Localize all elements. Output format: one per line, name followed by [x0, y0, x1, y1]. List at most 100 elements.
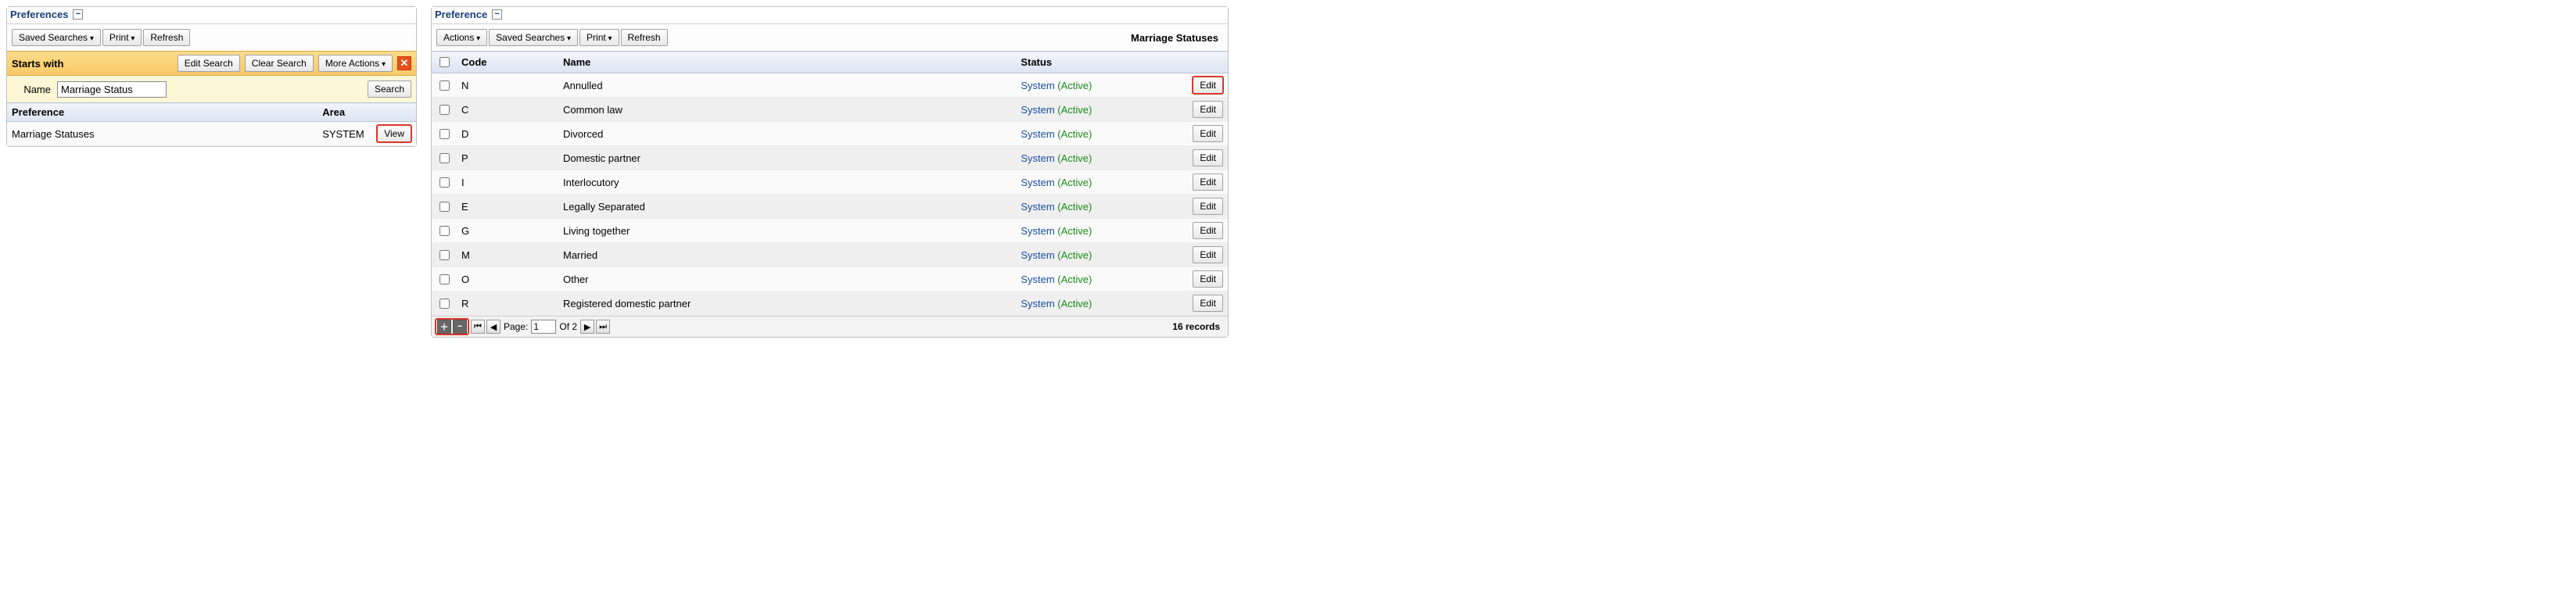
preference-title: Preference — [435, 9, 487, 20]
table-row[interactable]: RRegistered domestic partnerSystem (Acti… — [432, 291, 1228, 316]
status-link[interactable]: System — [1021, 201, 1054, 213]
status-state: (Active) — [1057, 80, 1092, 91]
edit-button[interactable]: Edit — [1193, 173, 1223, 191]
status-state: (Active) — [1057, 274, 1092, 285]
table-row[interactable]: NAnnulled System (Active) Edit — [432, 73, 1228, 98]
row-checkbox[interactable] — [439, 202, 450, 212]
print-button[interactable]: Print — [102, 29, 142, 46]
row-checkbox[interactable] — [439, 177, 450, 188]
col-preference[interactable]: Preference — [7, 103, 318, 122]
cell-code: O — [457, 267, 558, 291]
table-row[interactable]: OOtherSystem (Active)Edit — [432, 267, 1228, 291]
col-edit — [1188, 52, 1228, 73]
refresh-button[interactable]: Refresh — [621, 29, 668, 46]
status-link[interactable]: System — [1021, 152, 1054, 164]
clear-search-button[interactable]: Clear Search — [245, 55, 314, 72]
edit-button[interactable]: Edit — [1193, 101, 1223, 118]
status-link[interactable]: System — [1021, 225, 1054, 237]
row-checkbox[interactable] — [439, 226, 450, 236]
select-all-checkbox[interactable] — [439, 57, 450, 67]
print-button[interactable]: Print — [579, 29, 619, 46]
edit-button[interactable]: Edit — [1193, 222, 1223, 239]
last-page-button[interactable]: ⏭ — [596, 320, 610, 334]
status-link[interactable]: System — [1021, 104, 1054, 116]
cell-name: Annulled — [558, 73, 1016, 98]
add-row-button[interactable]: ＋ — [437, 320, 451, 334]
search-strip: Starts with Edit Search Clear Search Mor… — [7, 51, 416, 76]
table-row[interactable]: CCommon lawSystem (Active)Edit — [432, 98, 1228, 122]
saved-searches-button[interactable]: Saved Searches — [12, 29, 101, 46]
cell-code: R — [457, 291, 558, 316]
collapse-icon[interactable]: − — [73, 9, 83, 20]
pager: ＋ − ⏮ ◀ Page: Of 2 ▶ ⏭ 16 records — [432, 316, 1228, 337]
cell-edit: Edit — [1188, 122, 1228, 146]
page-input[interactable] — [531, 320, 556, 334]
of-label: Of 2 — [559, 321, 577, 332]
record-count: 16 records — [1172, 321, 1225, 332]
status-link[interactable]: System — [1021, 249, 1054, 261]
col-status[interactable]: Status — [1016, 52, 1188, 73]
cell-checkbox — [432, 267, 457, 291]
first-page-button[interactable]: ⏮ — [471, 320, 485, 334]
table-row[interactable]: PDomestic partnerSystem (Active)Edit — [432, 146, 1228, 170]
table-row[interactable]: GLiving togetherSystem (Active)Edit — [432, 219, 1228, 243]
status-link[interactable]: System — [1021, 128, 1054, 140]
cell-status: System (Active) — [1016, 98, 1188, 122]
table-row[interactable]: IInterlocutorySystem (Active)Edit — [432, 170, 1228, 195]
row-checkbox[interactable] — [439, 129, 450, 139]
remove-row-button[interactable]: − — [453, 320, 467, 334]
prev-page-button[interactable]: ◀ — [486, 320, 500, 334]
page-label: Page: — [504, 321, 528, 332]
cell-code: C — [457, 98, 558, 122]
cell-checkbox — [432, 195, 457, 219]
table-row[interactable]: DDivorcedSystem (Active)Edit — [432, 122, 1228, 146]
cell-name: Other — [558, 267, 1016, 291]
saved-searches-button[interactable]: Saved Searches — [489, 29, 578, 46]
row-checkbox[interactable] — [439, 274, 450, 284]
row-checkbox[interactable] — [439, 299, 450, 309]
status-link[interactable]: System — [1021, 298, 1054, 309]
edit-button[interactable]: Edit — [1193, 270, 1223, 288]
edit-button[interactable]: Edit — [1193, 125, 1223, 142]
edit-button[interactable]: Edit — [1193, 246, 1223, 263]
row-checkbox[interactable] — [439, 250, 450, 260]
cell-status: System (Active) — [1016, 267, 1188, 291]
col-code[interactable]: Code — [457, 52, 558, 73]
next-page-button[interactable]: ▶ — [580, 320, 594, 334]
cell-code: N — [457, 73, 558, 98]
more-actions-button[interactable]: More Actions — [318, 55, 393, 72]
view-button[interactable]: View — [377, 125, 411, 142]
edit-search-button[interactable]: Edit Search — [178, 55, 240, 72]
cell-name: Legally Separated — [558, 195, 1016, 219]
cell-code: I — [457, 170, 558, 195]
edit-button[interactable]: Edit — [1193, 149, 1223, 166]
table-row[interactable]: Marriage StatusesSYSTEMView — [7, 122, 416, 146]
status-link[interactable]: System — [1021, 80, 1054, 91]
search-button[interactable]: Search — [368, 80, 411, 98]
filter-row: Name Search — [7, 76, 416, 102]
table-row[interactable]: MMarriedSystem (Active)Edit — [432, 243, 1228, 267]
actions-button[interactable]: Actions — [436, 29, 487, 46]
row-checkbox[interactable] — [439, 80, 450, 91]
col-name[interactable]: Name — [558, 52, 1016, 73]
cell-edit: Edit — [1188, 267, 1228, 291]
close-search-icon[interactable]: ✕ — [397, 56, 411, 70]
status-link[interactable]: System — [1021, 274, 1054, 285]
table-row[interactable]: ELegally SeparatedSystem (Active)Edit — [432, 195, 1228, 219]
status-link[interactable]: System — [1021, 177, 1054, 188]
cell-code: G — [457, 219, 558, 243]
edit-button[interactable]: Edit — [1193, 295, 1223, 312]
collapse-icon[interactable]: − — [492, 9, 502, 20]
col-action — [372, 103, 416, 122]
edit-button[interactable]: Edit — [1193, 77, 1223, 94]
add-remove-group: ＋ − — [435, 318, 469, 335]
refresh-button[interactable]: Refresh — [143, 29, 190, 46]
preference-toolbar: Actions Saved Searches Print Refresh Mar… — [432, 24, 1228, 51]
cell-checkbox — [432, 170, 457, 195]
edit-button[interactable]: Edit — [1193, 198, 1223, 215]
cell-preference: Marriage Statuses — [7, 122, 318, 146]
name-input[interactable] — [57, 81, 167, 98]
row-checkbox[interactable] — [439, 105, 450, 115]
col-area[interactable]: Area — [318, 103, 372, 122]
row-checkbox[interactable] — [439, 153, 450, 163]
